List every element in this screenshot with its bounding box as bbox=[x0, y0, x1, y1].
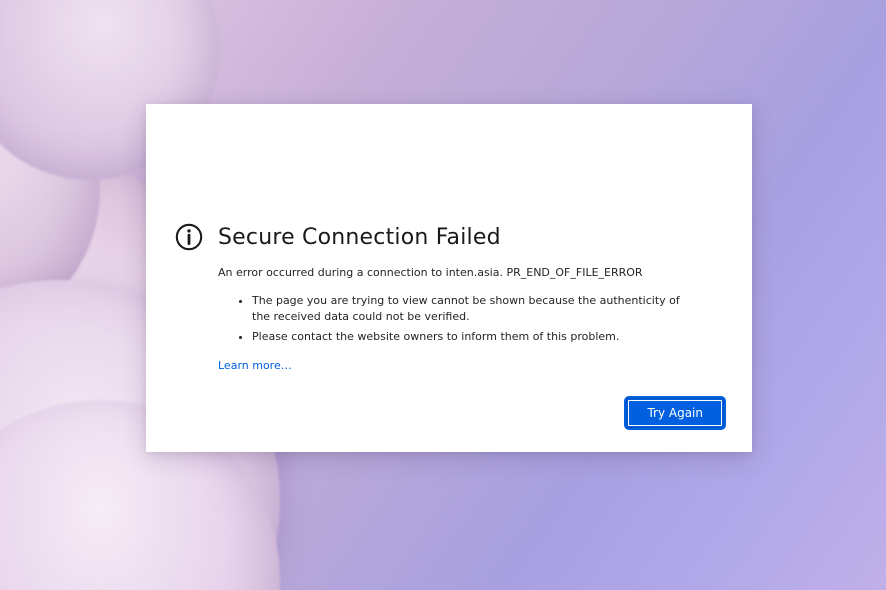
error-title: Secure Connection Failed bbox=[218, 225, 501, 250]
error-detail-item: Please contact the website owners to inf… bbox=[252, 329, 698, 345]
error-content: Secure Connection Failed An error occurr… bbox=[174, 222, 724, 373]
error-dialog: Secure Connection Failed An error occurr… bbox=[146, 104, 752, 452]
try-again-button[interactable]: Try Again bbox=[626, 398, 724, 428]
learn-more-link[interactable]: Learn more… bbox=[218, 359, 292, 372]
action-bar: Try Again bbox=[626, 398, 724, 428]
error-header: Secure Connection Failed bbox=[174, 222, 724, 252]
info-icon bbox=[174, 222, 204, 252]
error-detail-item: The page you are trying to view cannot b… bbox=[252, 293, 698, 325]
error-message: An error occurred during a connection to… bbox=[218, 266, 724, 281]
error-details-list: The page you are trying to view cannot b… bbox=[238, 293, 698, 345]
